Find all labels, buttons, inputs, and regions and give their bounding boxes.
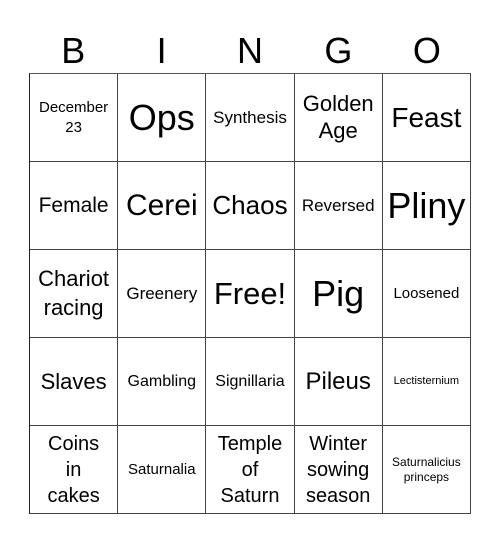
cell-text: Lectisternium xyxy=(393,375,460,388)
bingo-cell[interactable]: Cerei xyxy=(118,162,207,250)
bingo-cell[interactable]: Coins in cakes xyxy=(30,426,119,514)
bingo-cell[interactable]: Chariot racing xyxy=(30,250,119,338)
header-letter-n: N xyxy=(237,30,264,71)
cell-text: Saturnalicius princeps xyxy=(392,454,461,484)
bingo-cell[interactable]: Loosened xyxy=(382,250,471,338)
cell-text: Slaves xyxy=(40,368,107,394)
header-letter-g: G xyxy=(324,30,353,71)
cell-text: Cerei xyxy=(125,188,198,222)
bingo-cell[interactable]: Saturnalicius princeps xyxy=(382,426,471,514)
bingo-cell[interactable]: Winter sowing season xyxy=(294,426,383,514)
cell-text: Chaos xyxy=(212,190,288,220)
bingo-cell[interactable]: Feast xyxy=(382,74,471,162)
cell-text: Greenery xyxy=(126,283,198,303)
cell-text: Free! xyxy=(213,275,287,311)
cell-text: Feast xyxy=(391,101,462,133)
bingo-cell[interactable]: Female xyxy=(30,162,119,250)
bingo-cell[interactable]: Pig xyxy=(294,250,383,338)
bingo-cell[interactable]: Golden Age xyxy=(294,74,383,162)
cell-text: Ops xyxy=(128,96,195,138)
bingo-cell[interactable]: Lectisternium xyxy=(382,338,471,426)
cell-text: Synthesis xyxy=(213,107,287,127)
bingo-cell[interactable]: Ops xyxy=(118,74,207,162)
cell-text: Reversed xyxy=(301,195,375,215)
bingo-cell[interactable]: December 23 xyxy=(30,74,119,162)
bingo-cell[interactable]: Chaos xyxy=(206,162,295,250)
cell-text: Female xyxy=(38,193,109,217)
cell-text: Temple of Saturn xyxy=(217,432,283,507)
cell-text: Pig xyxy=(312,272,365,314)
bingo-header: B I N G O xyxy=(29,28,471,73)
bingo-cell[interactable]: Slaves xyxy=(30,338,119,426)
bingo-cell[interactable]: Gambling xyxy=(118,338,207,426)
bingo-cell[interactable]: Greenery xyxy=(118,250,207,338)
cell-text: Chariot racing xyxy=(38,265,110,320)
header-letter-b: B xyxy=(61,30,86,71)
bingo-cell[interactable]: Temple of Saturn xyxy=(206,426,295,514)
bingo-grid: December 23 Ops Synthesis Golden Age Feast… xyxy=(29,73,471,514)
bingo-cell[interactable]: Pliny xyxy=(382,162,471,250)
cell-text: Signillaria xyxy=(215,372,285,390)
cell-text: Pliny xyxy=(387,184,466,226)
bingo-cell[interactable]: Synthesis xyxy=(206,74,295,162)
bingo-cell[interactable]: Signillaria xyxy=(206,338,295,426)
cell-text: Coins in cakes xyxy=(47,432,100,507)
free-space-cell[interactable]: Free! xyxy=(206,250,295,338)
bingo-cell[interactable]: Saturnalia xyxy=(118,426,207,514)
cell-text: Golden Age xyxy=(302,91,374,143)
cell-text: Loosened xyxy=(393,285,460,302)
header-letter-o: O xyxy=(412,30,441,71)
cell-text: Gambling xyxy=(127,372,197,390)
cell-text: December 23 xyxy=(38,99,109,136)
cell-text: Saturnalia xyxy=(128,461,196,478)
bingo-cell[interactable]: Pileus xyxy=(294,338,383,426)
cell-text: Pileus xyxy=(305,367,371,395)
cell-text: Winter sowing season xyxy=(305,432,371,507)
bingo-cell[interactable]: Reversed xyxy=(294,162,383,250)
header-letter-i: I xyxy=(156,30,167,71)
